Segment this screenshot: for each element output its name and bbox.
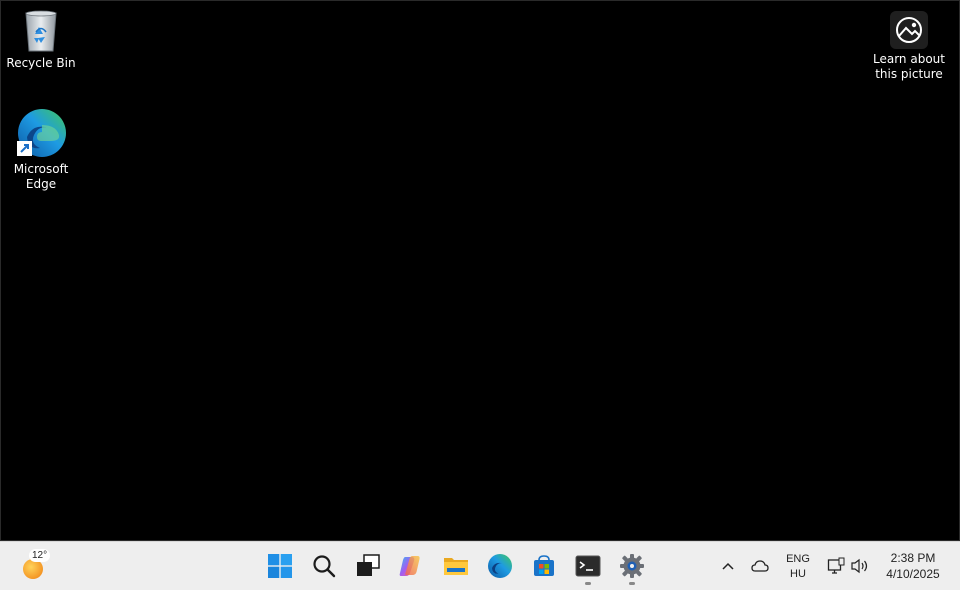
network-button[interactable]	[826, 556, 846, 576]
weather-widget[interactable]: 12°	[16, 549, 56, 582]
store-icon	[534, 555, 554, 576]
search-icon	[313, 555, 336, 578]
desktop: Recycle Bin Microsoft Edge Learn about t…	[0, 0, 960, 541]
edge-icon	[17, 109, 66, 157]
windows-start-icon	[268, 554, 292, 578]
clock-date: 4/10/2025	[886, 567, 940, 581]
search-button[interactable]	[306, 550, 342, 582]
settings-button[interactable]	[614, 550, 650, 585]
volume-icon	[851, 558, 868, 574]
learn-about-picture-icon	[890, 11, 928, 49]
network-ethernet-icon	[827, 557, 845, 574]
desktop-icon-recycle-bin[interactable]: Recycle Bin	[2, 9, 80, 71]
show-hidden-icons-button[interactable]	[718, 556, 738, 576]
start-button[interactable]	[262, 550, 298, 582]
settings-gear-icon	[620, 554, 644, 578]
terminal-icon	[575, 555, 601, 577]
task-view-button[interactable]	[350, 550, 386, 582]
terminal-running-indicator	[585, 582, 591, 585]
microsoft-edge-label: Microsoft Edge	[13, 162, 69, 191]
edge-icon	[488, 554, 512, 578]
taskbar: 12° ENG HU 2:38 PM 4/10/2025	[0, 541, 960, 590]
desktop-icon-microsoft-edge[interactable]: Microsoft Edge	[2, 107, 80, 192]
copilot-button[interactable]	[394, 550, 430, 582]
recycle-bin-label: Recycle Bin	[6, 56, 76, 70]
file-explorer-icon	[444, 558, 468, 575]
volume-button[interactable]	[850, 556, 870, 576]
clock[interactable]: 2:38 PM 4/10/2025	[872, 550, 954, 582]
clock-time: 2:38 PM	[890, 551, 936, 565]
onedrive-button[interactable]	[750, 556, 770, 576]
store-button[interactable]	[526, 550, 562, 582]
terminal-button[interactable]	[570, 550, 606, 585]
file-explorer-button[interactable]	[438, 550, 474, 582]
recycle-bin-icon	[25, 10, 57, 52]
chevron-up-icon	[722, 562, 734, 570]
desktop-icon-learn-about-picture[interactable]: Learn about this picture	[870, 11, 948, 82]
taskbar-edge-button[interactable]	[482, 550, 518, 582]
keyboard-layout-code: HU	[790, 568, 806, 580]
learn-about-picture-label: Learn about this picture	[873, 52, 945, 81]
input-language-indicator[interactable]: ENG HU	[781, 552, 815, 582]
weather-temperature: 12°	[29, 549, 51, 562]
settings-running-indicator	[629, 582, 635, 585]
language-code: ENG	[786, 553, 810, 565]
cloud-icon	[751, 560, 769, 572]
copilot-icon	[399, 556, 420, 576]
task-view-icon	[357, 554, 380, 576]
